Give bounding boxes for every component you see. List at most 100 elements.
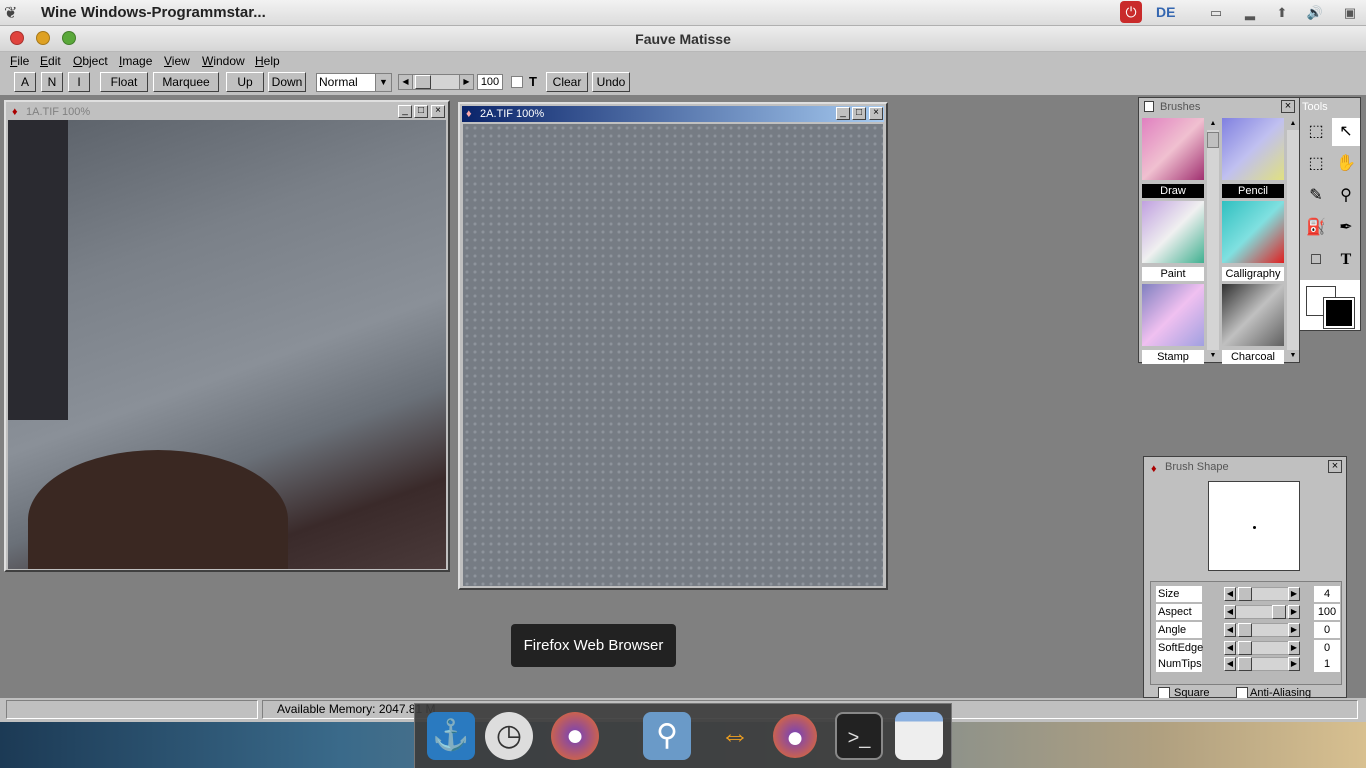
menu-edit[interactable]: Edit xyxy=(40,54,61,68)
angle-value[interactable]: 0 xyxy=(1314,622,1340,638)
anchor-icon[interactable]: ⚓ xyxy=(427,712,475,760)
size-value[interactable]: 4 xyxy=(1314,586,1340,602)
brush-label-pencil[interactable]: Pencil xyxy=(1222,184,1284,198)
slider-thumb[interactable] xyxy=(1238,641,1252,655)
fill-icon[interactable]: ⛽ xyxy=(1302,214,1330,242)
document-1a-titlebar[interactable]: ♦ 1A.TIF 100% _ □ × xyxy=(8,104,446,120)
update-icon[interactable]: ⬆ xyxy=(1272,3,1292,23)
terminal-icon[interactable]: >_ xyxy=(835,712,883,760)
opacity-value[interactable]: 100 xyxy=(477,74,503,90)
brushes-titlebar[interactable]: Brushes × xyxy=(1140,99,1298,115)
scroll-down-icon[interactable]: ▼ xyxy=(1287,350,1299,362)
menu-help[interactable]: Help xyxy=(255,54,280,68)
scroll-thumb[interactable] xyxy=(1207,132,1219,148)
clear-button[interactable]: Clear xyxy=(546,72,588,92)
left-arrow-icon[interactable]: ◀ xyxy=(1224,641,1236,655)
marquee-button[interactable]: Marquee xyxy=(153,72,219,92)
softedge-value[interactable]: 0 xyxy=(1314,640,1340,656)
image-canvas-2a[interactable] xyxy=(463,124,883,586)
stamp-brush-icon[interactable] xyxy=(1142,284,1204,346)
scroll-up-icon[interactable]: ▲ xyxy=(1287,118,1299,130)
close-icon[interactable]: × xyxy=(869,107,883,120)
document-window-1a[interactable]: ♦ 1A.TIF 100% _ □ × xyxy=(4,100,450,572)
scroll-down-icon[interactable]: ▼ xyxy=(1207,350,1219,362)
right-arrow-icon[interactable]: ▶ xyxy=(1288,657,1300,671)
menu-file[interactable]: File xyxy=(10,54,29,68)
left-arrow-icon[interactable]: ◀ xyxy=(399,75,413,89)
brush-label-paint[interactable]: Paint xyxy=(1142,267,1204,281)
close-icon[interactable]: × xyxy=(1281,100,1295,113)
document-2a-titlebar[interactable]: ♦ 2A.TIF 100% _ □ × xyxy=(462,106,884,122)
minimize-icon[interactable]: _ xyxy=(836,107,850,120)
pencil-brush-icon[interactable] xyxy=(1222,118,1284,180)
search-icon[interactable]: ⚲ xyxy=(643,712,691,760)
zoom-icon[interactable]: ⚲ xyxy=(1332,182,1360,210)
chevron-down-icon[interactable]: ▼ xyxy=(375,74,391,91)
right-arrow-icon[interactable]: ▶ xyxy=(459,75,473,89)
mode-a-button[interactable]: A xyxy=(14,72,36,92)
brush-label-draw[interactable]: Draw xyxy=(1142,184,1204,198)
numtips-value[interactable]: 1 xyxy=(1314,656,1340,672)
arrow-icon[interactable]: ↖ xyxy=(1332,118,1360,146)
right-arrow-icon[interactable]: ▶ xyxy=(1288,587,1300,601)
down-button[interactable]: Down xyxy=(268,72,306,92)
settings-icon[interactable]: ▣ xyxy=(1340,3,1360,23)
brushes-palette[interactable]: Brushes × Draw Pencil Paint Calligraphy … xyxy=(1138,97,1300,364)
brush-label-calligraphy[interactable]: Calligraphy xyxy=(1222,267,1284,281)
aspect-value[interactable]: 100 xyxy=(1314,604,1340,620)
brush-label-stamp[interactable]: Stamp xyxy=(1142,350,1204,364)
menu-object[interactable]: Object xyxy=(73,54,108,68)
firefox-icon[interactable]: ● xyxy=(773,714,817,758)
undo-button[interactable]: Undo xyxy=(592,72,630,92)
menu-view[interactable]: View xyxy=(164,54,190,68)
left-arrow-icon[interactable]: ◀ xyxy=(1224,657,1236,671)
menu-image[interactable]: Image xyxy=(119,54,152,68)
right-arrow-icon[interactable]: ▶ xyxy=(1288,641,1300,655)
mode-i-button[interactable]: I xyxy=(68,72,90,92)
scrollbar[interactable]: ▲ ▼ xyxy=(1207,118,1219,362)
brush-label-charcoal[interactable]: Charcoal xyxy=(1222,350,1284,364)
scrollbar[interactable]: ▲ ▼ xyxy=(1287,118,1299,362)
up-button[interactable]: Up xyxy=(226,72,264,92)
mode-n-button[interactable]: N xyxy=(41,72,63,92)
rectangle-icon[interactable]: □ xyxy=(1302,246,1330,274)
arrows-icon[interactable]: ⇔ xyxy=(711,712,759,760)
right-arrow-icon[interactable]: ▶ xyxy=(1288,605,1300,619)
slider-thumb[interactable] xyxy=(1272,605,1286,619)
marquee-icon[interactable]: ⬚ xyxy=(1302,150,1330,178)
slider-thumb[interactable] xyxy=(1238,657,1252,671)
draw-brush-icon[interactable] xyxy=(1142,118,1204,180)
blend-mode-select[interactable]: Normal ▼ xyxy=(316,73,392,92)
pen-icon[interactable]: ✒ xyxy=(1332,214,1360,242)
calligraphy-brush-icon[interactable] xyxy=(1222,201,1284,263)
opacity-slider[interactable]: ◀ ▶ xyxy=(398,74,474,90)
power-icon[interactable]: ⏻ xyxy=(1120,1,1142,23)
image-canvas-1a[interactable] xyxy=(8,120,446,569)
paint-brush-icon[interactable] xyxy=(1142,201,1204,263)
text-checkbox[interactable] xyxy=(511,76,523,88)
right-arrow-icon[interactable]: ▶ xyxy=(1288,623,1300,637)
brush-shape-titlebar[interactable]: ♦ Brush Shape × xyxy=(1145,458,1345,476)
transform-icon[interactable]: ⬚ xyxy=(1302,118,1330,146)
maximize-icon[interactable]: □ xyxy=(852,107,866,120)
hand-icon[interactable]: ✋ xyxy=(1332,150,1360,178)
firefox-icon[interactable]: ● xyxy=(551,712,599,760)
slider-thumb[interactable] xyxy=(1238,587,1252,601)
document-window-2a[interactable]: ♦ 2A.TIF 100% _ □ × xyxy=(458,102,888,590)
left-arrow-icon[interactable]: ◀ xyxy=(1224,605,1236,619)
menu-window[interactable]: Window xyxy=(202,54,245,68)
volume-icon[interactable]: 🔊 xyxy=(1305,3,1325,23)
clock-icon[interactable]: ◷ xyxy=(485,712,533,760)
close-icon[interactable]: × xyxy=(1328,460,1342,473)
close-icon[interactable]: × xyxy=(431,105,445,118)
maximize-icon[interactable]: □ xyxy=(414,105,428,118)
eyedropper-icon[interactable]: ✎ xyxy=(1302,182,1330,210)
network-icon[interactable]: ▂ xyxy=(1240,3,1260,23)
text-icon[interactable]: T xyxy=(1332,246,1360,274)
window-icon[interactable] xyxy=(895,712,943,760)
float-button[interactable]: Float xyxy=(100,72,148,92)
left-arrow-icon[interactable]: ◀ xyxy=(1224,623,1236,637)
tools-titlebar[interactable]: Tools xyxy=(1300,98,1360,116)
minimize-icon[interactable]: _ xyxy=(398,105,412,118)
left-arrow-icon[interactable]: ◀ xyxy=(1224,587,1236,601)
